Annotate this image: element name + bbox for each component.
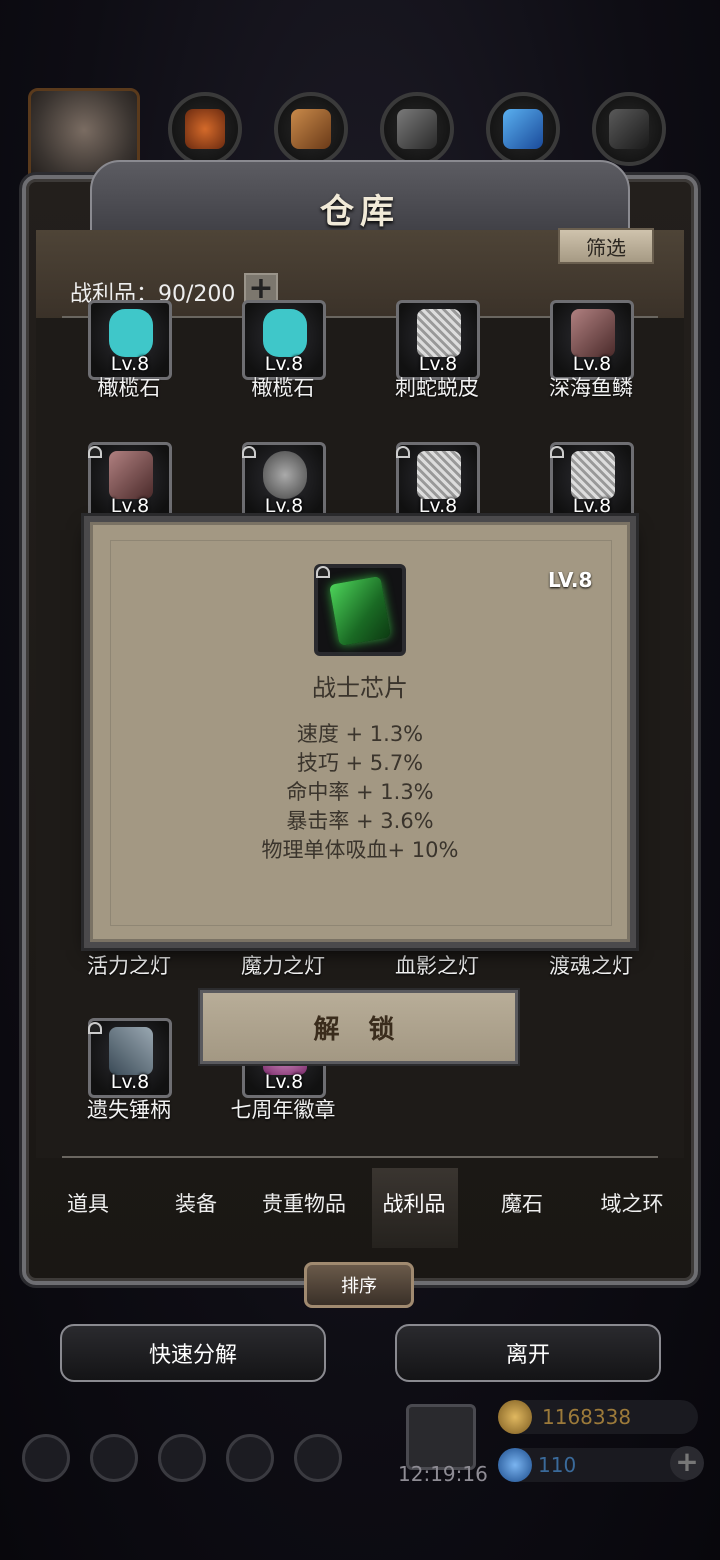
hammer-handle-icon (109, 1027, 153, 1075)
item-name: 刺蛇蜕皮 (395, 376, 479, 400)
stat-line: 命中率 + 1.3% (286, 780, 434, 804)
lock-icon (242, 446, 256, 458)
lock-icon (88, 1022, 102, 1034)
tab-domain-ring[interactable]: 域之环 (578, 1188, 686, 1218)
wood-resource-icon (274, 92, 348, 166)
quick-decompose-button[interactable]: 快速分解 (60, 1324, 326, 1382)
diamond-icon (498, 1448, 532, 1482)
item-name: 深海鱼鳞 (549, 376, 633, 400)
crystal-resource-icon (486, 92, 560, 166)
tab-equipment[interactable]: 装备 (142, 1188, 250, 1218)
tab-loot[interactable]: 战利品 (360, 1188, 468, 1218)
meat-resource-icon (168, 92, 242, 166)
page-title: 仓库 (320, 192, 400, 232)
tab-valuables[interactable]: 贵重物品 (250, 1188, 358, 1218)
item-level: Lv.8 (264, 1071, 304, 1093)
item-slot[interactable]: Lv.8 (88, 300, 172, 380)
leave-button[interactable]: 离开 (395, 1324, 661, 1382)
item-name: 遗失锤柄 (87, 1098, 171, 1122)
warrior-chip-icon (329, 575, 391, 647)
gift-icon[interactable] (406, 1404, 476, 1470)
popup-item-name: 战士芯片 (312, 674, 408, 702)
item-slot[interactable]: Lv.8 (242, 300, 326, 380)
item-name: 魔力之灯 (241, 954, 325, 978)
snake-skin-icon (417, 309, 461, 357)
item-name: 渡魂之灯 (549, 954, 633, 978)
lock-icon (550, 446, 564, 458)
item-level: Lv.8 (418, 495, 458, 517)
item-name: 活力之灯 (87, 954, 171, 978)
snake-skin-icon (417, 451, 461, 499)
item-name: 橄榄石 (251, 376, 315, 400)
stat-line: 暴击率 + 3.6% (286, 809, 434, 833)
speaker-icon[interactable] (294, 1434, 342, 1482)
olivine-icon (109, 309, 153, 357)
mask-icon (263, 451, 307, 499)
unlock-button[interactable]: 解 锁 (200, 990, 518, 1064)
fish-scale-icon (571, 309, 615, 357)
mail-icon[interactable] (226, 1434, 274, 1482)
snake-skin-icon (571, 451, 615, 499)
diamond-amount: 110 (538, 1453, 577, 1477)
stat-line: 速度 + 1.3% (296, 722, 424, 746)
add-currency-button[interactable]: + (670, 1446, 704, 1480)
tab-magic-stone[interactable]: 魔石 (468, 1188, 576, 1218)
filter-button[interactable]: 筛选 (558, 228, 654, 264)
sort-button[interactable]: 排序 (304, 1262, 414, 1308)
item-name: 橄榄石 (97, 376, 161, 400)
lock-icon (396, 446, 410, 458)
gate-icon[interactable] (158, 1434, 206, 1482)
lock-icon (88, 446, 102, 458)
lock-icon (316, 566, 330, 578)
olivine-icon (263, 309, 307, 357)
item-name: 血影之灯 (395, 954, 479, 978)
gold-coin-icon (498, 1400, 532, 1434)
item-level: Lv.8 (264, 495, 304, 517)
star-icon[interactable] (90, 1434, 138, 1482)
stat-line: 物理单体吸血+ 10% (261, 838, 459, 862)
stone-resource-icon (592, 92, 666, 166)
item-level: Lv.8 (572, 495, 612, 517)
popup-item-level: LV.8 (548, 568, 593, 592)
iron-resource-icon (380, 92, 454, 166)
clock-time: 12:19:16 (398, 1462, 488, 1486)
item-level: Lv.8 (110, 495, 150, 517)
item-slot[interactable]: Lv.8 (396, 300, 480, 380)
item-level: Lv.8 (110, 1071, 150, 1093)
stat-line: 技巧 + 5.7% (296, 751, 424, 775)
bottom-divider (62, 1156, 658, 1158)
item-name: 七周年徽章 (230, 1098, 336, 1122)
settings-icon[interactable] (22, 1434, 70, 1482)
tab-items[interactable]: 道具 (34, 1188, 142, 1218)
gold-amount: 1168338 (542, 1405, 632, 1429)
feather-icon (109, 451, 153, 499)
item-slot[interactable]: Lv.8 (550, 300, 634, 380)
